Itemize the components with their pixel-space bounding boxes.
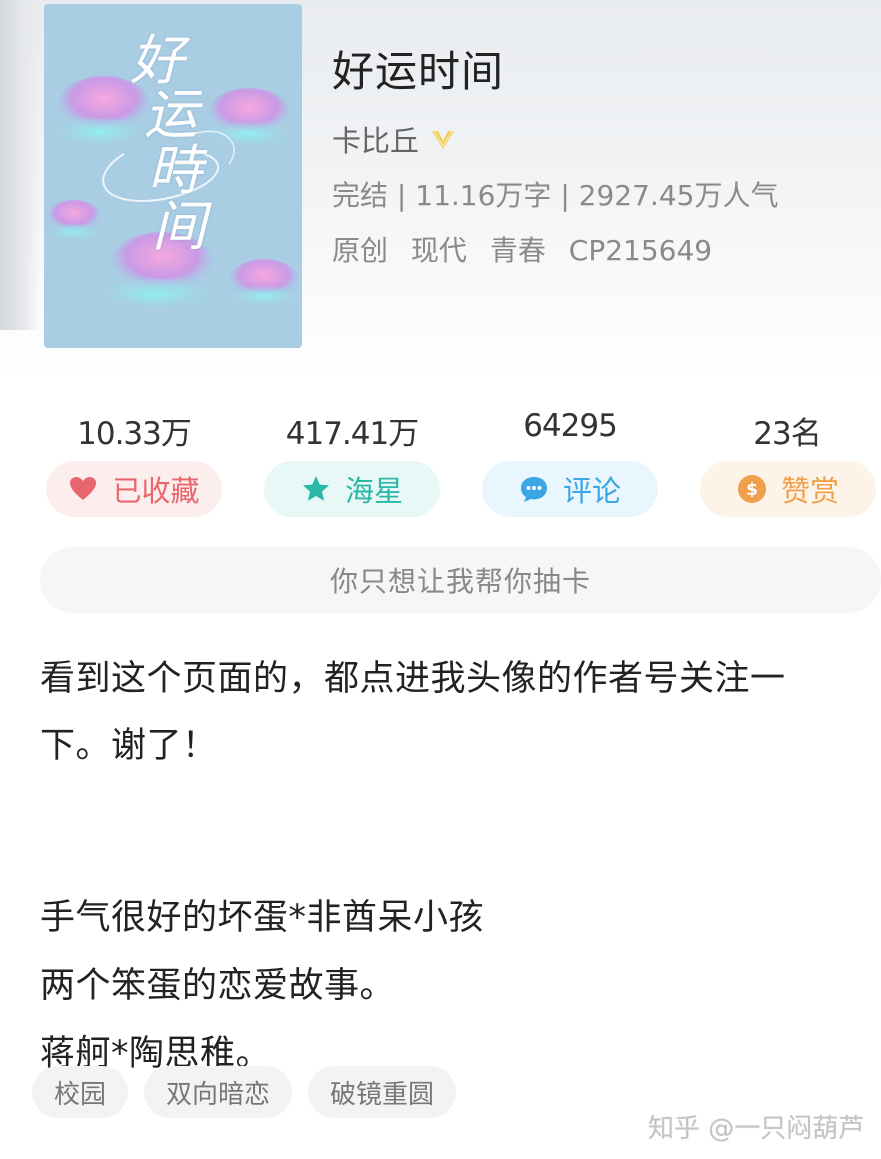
favorites-count: 10.33万: [77, 416, 192, 452]
tag-list: 校园 双向暗恋 破镜重圆: [32, 1066, 457, 1118]
favorite-label: 已收藏: [112, 474, 200, 508]
author-name[interactable]: 卡比丘: [332, 118, 419, 160]
category-era: 现代: [410, 234, 467, 267]
description-line: 手气很好的坏蛋*非酋呆小孩: [40, 898, 485, 938]
stats-row: 10.33万 417.41万 64295 23名: [0, 408, 881, 458]
book-word-count: 11.16万字: [415, 179, 552, 212]
meta-separator: |: [551, 179, 579, 212]
star-label: 海星: [344, 474, 403, 508]
description-line: 看到这个页面的，都点进我头像的作者号关注一: [40, 659, 786, 699]
cover-title-char: 好: [130, 29, 184, 92]
tag-chip[interactable]: 破镜重圆: [308, 1066, 457, 1118]
book-popularity: 2927.45万人气: [578, 179, 779, 212]
cover-title-char: 运: [144, 83, 198, 146]
description-line: 下。谢了！: [40, 726, 218, 766]
chat-bubble-icon: [520, 477, 547, 502]
tag-chip[interactable]: 双向暗恋: [144, 1066, 293, 1118]
comment-label: 评论: [562, 474, 621, 508]
book-category-row: 原创 现代 青春 CP215649: [332, 229, 712, 269]
stars-count: 417.41万: [285, 416, 419, 452]
book-meta: 完结 | 11.16万字 | 2927.45万人气: [332, 174, 778, 214]
star-icon: [302, 476, 329, 501]
svg-text:$: $: [746, 480, 758, 500]
book-code: CP215649: [568, 234, 713, 267]
watermark: 知乎 @一只闷葫芦: [648, 1114, 865, 1144]
meta-separator: |: [388, 179, 416, 212]
book-title: 好运时间: [332, 47, 505, 96]
left-edge-shadow: [0, 0, 40, 330]
author-row[interactable]: 卡比丘: [332, 118, 457, 160]
cover-title-char: 间: [152, 195, 206, 258]
reward-button[interactable]: $ 赞赏: [700, 461, 876, 517]
category-genre: 青春: [489, 234, 546, 267]
dollar-coin-icon: $: [737, 475, 766, 503]
description-line: 两个笨蛋的恋爱故事。: [40, 966, 396, 1006]
category-origin: 原创: [332, 234, 389, 267]
book-cover[interactable]: 好 运 時 间: [44, 4, 302, 348]
book-slogan: 你只想让我帮你抽卡: [40, 547, 881, 613]
comments-count: 64295: [523, 408, 618, 444]
vip-heart-icon: [432, 130, 455, 149]
comment-button[interactable]: 评论: [482, 461, 658, 517]
cover-title-char: 時: [148, 139, 202, 202]
favorite-button[interactable]: 已收藏: [46, 461, 222, 517]
reward-rank: 23名: [753, 416, 821, 452]
tag-chip[interactable]: 校园: [32, 1066, 129, 1118]
heart-icon: [70, 477, 97, 500]
reward-label: 赞赏: [780, 474, 839, 508]
book-description: 看到这个页面的，都点进我头像的作者号关注一 下。谢了！ 手气很好的坏蛋*非酋呆小…: [40, 645, 840, 1088]
star-button[interactable]: 海星: [264, 461, 440, 517]
book-status: 完结: [332, 179, 389, 212]
